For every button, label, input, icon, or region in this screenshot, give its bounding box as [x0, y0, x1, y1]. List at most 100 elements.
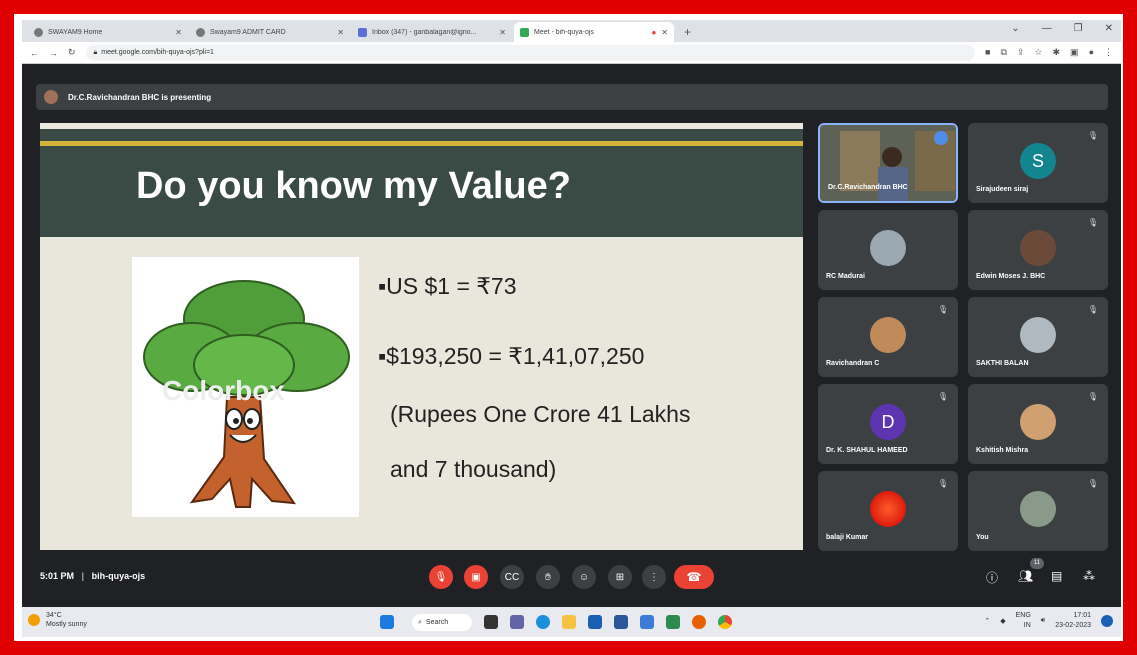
- search-label: Search: [425, 619, 449, 626]
- raise-hand-button[interactable]: ✋︎: [536, 565, 560, 589]
- back-icon[interactable]: ←: [30, 48, 39, 58]
- avatar-photo: [1020, 404, 1056, 440]
- emoji-icon: ☺: [578, 571, 590, 583]
- avatar-photo: [1020, 230, 1056, 266]
- participant-tile[interactable]: 🎙︎ SAKTHI BALAN: [968, 297, 1108, 377]
- tab-admit-card[interactable]: Swayam9 ADMIT CARD ✕: [190, 22, 350, 42]
- reload-icon[interactable]: ↻: [68, 47, 76, 58]
- slide-line-4: and 7 thousand): [390, 456, 557, 482]
- avatar-photo: [870, 317, 906, 353]
- end-call-button[interactable]: ☎: [674, 565, 714, 589]
- address-bar: ← → ↻ 🔒︎ meet.google.com/bih-quya-ojs?pl…: [22, 42, 1121, 64]
- close-icon[interactable]: ✕: [175, 28, 182, 37]
- teams-icon[interactable]: [510, 615, 524, 629]
- new-tab-button[interactable]: +: [676, 22, 699, 42]
- mic-off-icon: 🎙︎: [1087, 305, 1098, 314]
- toolbar-icons: ■ ⧉ ⇪ ☆ ✱ ▣ ● ⋮: [985, 47, 1113, 58]
- shared-slide: Do you know my Value? Colorbox ▪US $1 = …: [40, 123, 803, 550]
- excel-icon[interactable]: [666, 615, 680, 629]
- network-icon[interactable]: ◆: [1000, 617, 1005, 625]
- globe-icon: [196, 27, 205, 37]
- tab-label: Inbox (347) - ganbalagan@igno...: [372, 28, 477, 36]
- extensions-icon[interactable]: ✱: [1053, 47, 1061, 58]
- participant-name: Dr. K. SHAHUL HAMEED: [826, 447, 908, 454]
- globe-icon: [34, 27, 43, 37]
- camera-icon[interactable]: ■: [985, 47, 990, 58]
- more-options-button[interactable]: ⋮: [642, 565, 666, 589]
- edge-icon[interactable]: [536, 615, 550, 629]
- participant-tile[interactable]: Dr.C.Ravichandran BHC: [818, 123, 958, 203]
- speaker-icon[interactable]: 🔊︎: [1041, 617, 1045, 625]
- lock-icon: 🔒︎: [93, 48, 98, 56]
- tab-inbox[interactable]: Inbox (347) - ganbalagan@igno... ✕: [352, 22, 512, 42]
- mail-icon[interactable]: [614, 615, 628, 629]
- url-text: meet.google.com/bih-quya-ojs?pli=1: [101, 49, 214, 56]
- language: ENG: [1015, 612, 1031, 619]
- notification-icon[interactable]: [1101, 615, 1113, 627]
- chevron-down-icon[interactable]: ⌄: [1011, 23, 1019, 34]
- install-icon[interactable]: ⧉: [1000, 47, 1006, 58]
- weather-text: Mostly sunny: [46, 621, 87, 628]
- participant-name: RC Madurai: [826, 273, 865, 280]
- tab-label: Swayam9 ADMIT CARD: [210, 28, 286, 36]
- clock[interactable]: 17:01 23-02-2023: [1055, 611, 1091, 631]
- participant-tile[interactable]: 🎙︎ Ravichandran C: [818, 297, 958, 377]
- menu-icon[interactable]: ⋮: [1104, 47, 1113, 58]
- close-icon[interactable]: ✕: [661, 28, 668, 37]
- slide-bullet-1: ▪US $1 = ₹73: [378, 273, 517, 299]
- window-controls: ⌄ — ❐ ✕: [1011, 23, 1113, 34]
- present-button[interactable]: ⊞: [608, 565, 632, 589]
- participant-tile[interactable]: 🎙︎ D Dr. K. SHAHUL HAMEED: [818, 384, 958, 464]
- tab-swayam-home[interactable]: SWAYAM9 Home ✕: [28, 22, 188, 42]
- close-icon[interactable]: ✕: [337, 28, 344, 37]
- participant-tile[interactable]: 🎙︎ You: [968, 471, 1108, 551]
- taskbar-search[interactable]: ⌕ Search: [412, 614, 472, 631]
- mic-toggle-button[interactable]: 🎙︎: [429, 565, 453, 589]
- tab-label: SWAYAM9 Home: [48, 28, 103, 36]
- tab-meet[interactable]: Meet - bih-quya-ojs ● ✕: [514, 22, 674, 42]
- participant-name: SAKTHI BALAN: [976, 360, 1029, 367]
- participant-tile[interactable]: 🎙︎ balaji Kumar: [818, 471, 958, 551]
- speaking-indicator-icon: [934, 131, 948, 145]
- profile-avatar[interactable]: ●: [1089, 47, 1094, 58]
- close-window-icon[interactable]: ✕: [1105, 23, 1113, 34]
- info-icon[interactable]: ⓘ: [986, 569, 998, 586]
- task-view-icon[interactable]: [484, 615, 498, 629]
- chrome-icon[interactable]: [718, 615, 732, 629]
- participant-tile[interactable]: RC Madurai: [818, 210, 958, 290]
- participant-tile[interactable]: 🎙︎ S Sirajudeen siraj: [968, 123, 1108, 203]
- share-icon[interactable]: ⇪: [1017, 47, 1025, 58]
- url-field[interactable]: 🔒︎ meet.google.com/bih-quya-ojs?pli=1: [85, 44, 975, 61]
- meeting-info: 5:01 PM | bih-quya-ojs: [40, 571, 145, 581]
- firefox-icon[interactable]: [692, 615, 706, 629]
- weather-widget[interactable]: 34°C Mostly sunny: [28, 611, 87, 629]
- store-icon[interactable]: [588, 615, 602, 629]
- activities-icon[interactable]: ⁂: [1083, 569, 1095, 583]
- system-tray: ⌃ ◆ ENG IN 🔊︎ 17:01 23-02-2023: [984, 611, 1113, 631]
- start-icon[interactable]: [380, 615, 394, 629]
- chevron-up-icon[interactable]: ⌃: [984, 617, 990, 625]
- word-icon[interactable]: [640, 615, 654, 629]
- close-icon[interactable]: ✕: [499, 28, 506, 37]
- reactions-button[interactable]: ☺: [572, 565, 596, 589]
- sidebar-icon[interactable]: ▣: [1070, 47, 1079, 58]
- presenter-avatar: [44, 90, 58, 104]
- participant-tile[interactable]: 🎙︎ Edwin Moses J. BHC: [968, 210, 1108, 290]
- participant-tile[interactable]: 🎙︎ Kshitish Mishra: [968, 384, 1108, 464]
- presenting-banner: Dr.C.Ravichandran BHC is presenting: [36, 84, 1108, 110]
- star-icon[interactable]: ☆: [1034, 47, 1042, 58]
- search-icon: ⌕: [418, 618, 422, 626]
- restore-icon[interactable]: ❐: [1074, 23, 1083, 34]
- screen: SWAYAM9 Home ✕ Swayam9 ADMIT CARD ✕ Inbo…: [22, 20, 1121, 637]
- chat-icon[interactable]: ▤: [1051, 569, 1062, 583]
- camera-toggle-button[interactable]: ▣: [464, 565, 488, 589]
- file-explorer-icon[interactable]: [562, 615, 576, 629]
- recording-dot-icon: ●: [651, 27, 657, 37]
- forward-icon[interactable]: →: [49, 48, 58, 58]
- minimize-icon[interactable]: —: [1042, 23, 1052, 34]
- captions-button[interactable]: CC: [500, 565, 524, 589]
- language-indicator[interactable]: ENG IN: [1016, 611, 1031, 631]
- mic-off-icon: 🎙︎: [1087, 218, 1098, 227]
- present-icon: ⊞: [615, 571, 625, 583]
- people-icon[interactable]: 👥︎: [1018, 569, 1033, 583]
